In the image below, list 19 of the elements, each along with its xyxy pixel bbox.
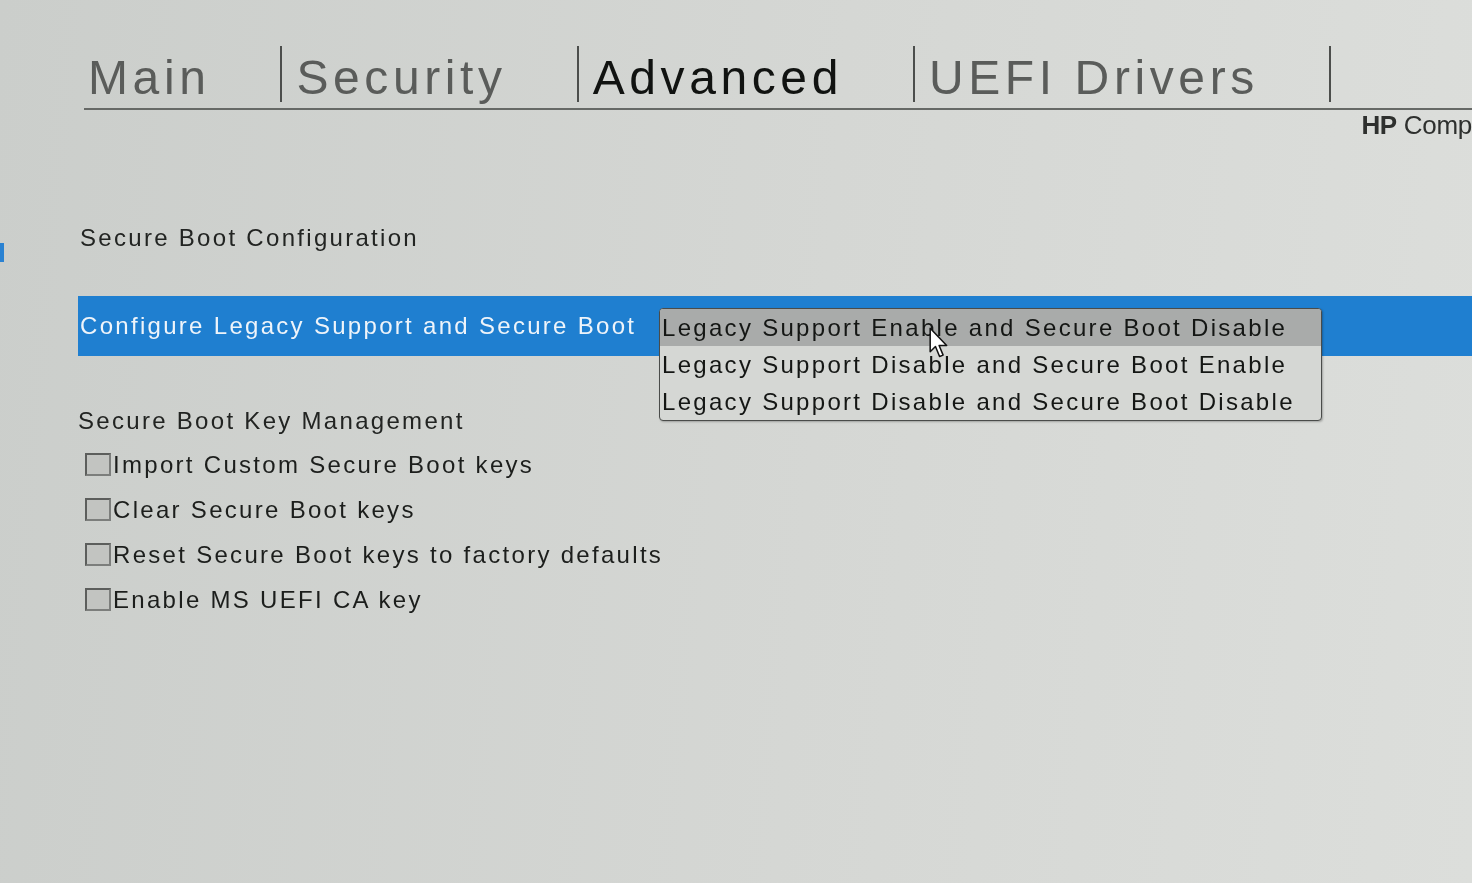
checkbox-label[interactable]: Import Custom Secure Boot keys	[113, 449, 535, 480]
dropdown-option[interactable]: Legacy Support Enable and Secure Boot Disable	[660, 309, 1321, 346]
checkbox-label[interactable]: Clear Secure Boot keys	[113, 494, 416, 525]
section-heading: Secure Boot Configuration	[80, 223, 419, 253]
tab[interactable]: Security	[280, 46, 577, 102]
checkbox[interactable]	[85, 543, 111, 566]
checkbox[interactable]	[85, 588, 111, 611]
edge-marker-icon	[0, 243, 4, 262]
dropdown-option[interactable]: Legacy Support Disable and Secure Boot Disable	[660, 383, 1321, 420]
tab[interactable]: UEFI Drivers	[912, 46, 1331, 102]
tab[interactable]: Advanced	[576, 46, 913, 102]
brand-label: HP Comp	[1361, 110, 1472, 142]
checkbox-label[interactable]: Enable MS UEFI CA key	[113, 584, 423, 615]
tab[interactable]: Main	[84, 46, 281, 102]
checkbox-label[interactable]: Reset Secure Boot keys to factory defaults	[113, 539, 664, 570]
checkbox[interactable]	[85, 453, 111, 476]
section-heading: Secure Boot Key Management	[78, 406, 465, 436]
dropdown-list[interactable]: Legacy Support Enable and Secure Boot Disable Legacy Support Disable and Secure Boot Enable Legacy Support Disable and Secure Boot Disable	[659, 308, 1322, 421]
checkbox[interactable]	[85, 498, 111, 521]
